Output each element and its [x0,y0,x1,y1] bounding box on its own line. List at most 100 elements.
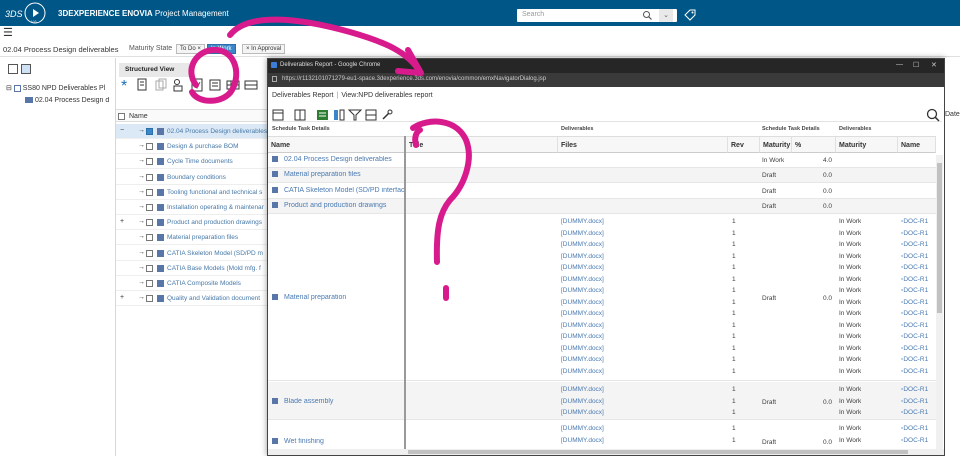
structured-row[interactable]: → CATIA Composite Models [116,276,276,291]
row-checkbox[interactable] [146,158,153,166]
structured-row-label[interactable]: CATIA Composite Models [167,280,241,287]
deliverable-name-text[interactable]: DOC-R1 [903,264,928,271]
deliverable-name-text[interactable]: DOC-R1 [903,230,928,237]
row-checkbox[interactable] [146,143,153,151]
deliverable-name-text[interactable]: DOC-R1 [903,299,928,306]
deliverable-name-text[interactable]: DOC-R1 [903,253,928,260]
report-task-cell[interactable]: Material preparation [272,294,409,301]
file-link[interactable]: [DUMMY.docx] [561,264,604,271]
column-header-percent[interactable]: % [792,136,836,153]
task-name[interactable]: Material preparation [284,294,346,301]
task-name[interactable]: 02.04 Process Design deliverables [284,156,392,163]
tree-child[interactable]: 02.04 Process Design d [25,97,115,104]
deliverable-name[interactable]: ▫DOC-R1 [901,333,928,340]
maximize-icon[interactable]: ☐ [913,61,919,69]
list-view-icon[interactable] [8,64,18,74]
row-checkbox[interactable] [146,234,153,242]
file-link[interactable]: [DUMMY.docx] [561,345,604,352]
structured-row[interactable]: → Design & purchase BOM [116,139,276,155]
file-link[interactable]: [DUMMY.docx] [561,218,604,225]
deliverable-name-text[interactable]: DOC-R1 [903,310,928,317]
tag-icon[interactable] [684,9,696,21]
file-link[interactable]: [DUMMY.docx] [561,333,604,340]
file-link[interactable]: [DUMMY.docx] [561,241,604,248]
structured-row-label[interactable]: Product and production drawings [167,219,262,226]
deliverable-name[interactable]: ▫DOC-R1 [901,409,928,416]
search-box[interactable]: Search ⌄ [517,9,677,22]
file-link[interactable]: [DUMMY.docx] [561,253,604,260]
expand-icon[interactable]: + [120,294,124,301]
file-link[interactable]: [DUMMY.docx] [561,437,604,444]
row-checkbox[interactable] [146,128,153,135]
edit-table-icon[interactable] [272,108,286,122]
horizontal-scrollbar[interactable] [268,449,944,455]
url-text[interactable]: https://r1132101071279-eu1-space.3dexper… [282,76,546,82]
deliverable-name[interactable]: ▫DOC-R1 [901,398,928,405]
horizontal-scroll-thumb[interactable] [408,450,908,454]
search-scope-dropdown[interactable]: ⌄ [659,9,673,22]
compass-icon[interactable]: 3DS V,6 [4,1,52,25]
row-checkbox[interactable] [146,280,153,287]
tools-icon[interactable] [380,108,394,122]
collapse-icon[interactable]: ⊟ [6,85,14,92]
vertical-scrollbar[interactable] [936,155,943,451]
deliverable-name-text[interactable]: DOC-R1 [903,322,928,329]
task-name[interactable]: Material preparation files [284,171,361,178]
export-excel-icon[interactable] [316,108,330,122]
deliverable-name-text[interactable]: DOC-R1 [903,409,928,416]
deliverable-name-text[interactable]: DOC-R1 [903,368,928,375]
column-header-files[interactable]: Files [558,136,728,153]
close-icon[interactable]: ✕ [931,61,937,69]
column-header-del-maturity[interactable]: Maturity [836,136,898,153]
file-link[interactable]: [DUMMY.docx] [561,386,604,393]
vertical-scroll-thumb[interactable] [937,163,942,313]
file-link[interactable]: [DUMMY.docx] [561,287,604,294]
row-checkbox[interactable] [146,173,153,181]
structured-row[interactable]: → Boundary conditions [116,170,276,185]
structured-row[interactable]: + → Quality and Validation document [116,291,276,307]
deliverable-name[interactable]: ▫DOC-R1 [901,253,928,260]
deliverable-name[interactable]: ▫DOC-R1 [901,287,928,294]
file-link[interactable]: [DUMMY.docx] [561,356,604,363]
report-task-cell[interactable]: Blade assembly [272,398,409,405]
crumb-view[interactable]: View:NPD deliverables report [341,92,432,99]
tree-view-icon[interactable] [21,64,31,74]
chip-in-approval[interactable]: × In Approval [242,44,286,54]
deliverable-name-text[interactable]: DOC-R1 [903,276,928,283]
deliverable-name[interactable]: ▫DOC-R1 [901,299,928,306]
report-task-cell[interactable]: Material preparation files [272,171,409,178]
row-checkbox[interactable] [146,219,153,227]
report-search-icon[interactable] [926,108,940,122]
structured-row-label[interactable]: Installation operating & maintenar [167,204,264,211]
task-name[interactable]: Wet finishing [284,438,324,445]
document-icon[interactable] [136,78,150,92]
structured-row-label[interactable]: Boundary conditions [167,174,226,181]
deliverable-name[interactable]: ▫DOC-R1 [901,437,928,444]
column-header-name[interactable]: Name [268,136,405,153]
deliverable-name-text[interactable]: DOC-R1 [903,345,928,352]
structured-row[interactable]: → CATIA Skeleton Model (SD/PD m [116,246,276,261]
column-header-maturity[interactable]: Maturity [760,136,792,153]
deliverable-name[interactable]: ▫DOC-R1 [901,218,928,225]
structured-row-label[interactable]: Material preparation files [167,234,238,241]
name-column-header[interactable]: Name [116,109,276,122]
deliverable-name[interactable]: ▫DOC-R1 [901,322,928,329]
export-icon[interactable] [208,78,222,92]
report-task-cell[interactable]: 02.04 Process Design deliverables [272,156,409,163]
deliverable-name-text[interactable]: DOC-R1 [903,437,928,444]
row-checkbox[interactable] [146,249,153,257]
deliverable-name-text[interactable]: DOC-R1 [903,356,928,363]
file-link[interactable]: [DUMMY.docx] [561,310,604,317]
deliverable-name-text[interactable]: DOC-R1 [903,218,928,225]
file-link[interactable]: [DUMMY.docx] [561,409,604,416]
column-header-del-name[interactable]: Name [898,136,936,153]
deliverable-name-text[interactable]: DOC-R1 [903,333,928,340]
search-icon[interactable] [642,10,653,21]
address-bar[interactable]: https://r1132101071279-eu1-space.3dexper… [268,73,944,87]
file-link[interactable]: [DUMMY.docx] [561,322,604,329]
structured-row[interactable]: → CATIA Base Models (Mold mfg. f [116,261,276,276]
structured-row-label[interactable]: CATIA Base Models (Mold mfg. f [167,265,261,272]
structured-row-label[interactable]: CATIA Skeleton Model (SD/PD m [167,250,263,257]
chip-to-do[interactable]: To Do × [176,44,205,54]
asterisk-icon[interactable]: * [120,78,134,92]
